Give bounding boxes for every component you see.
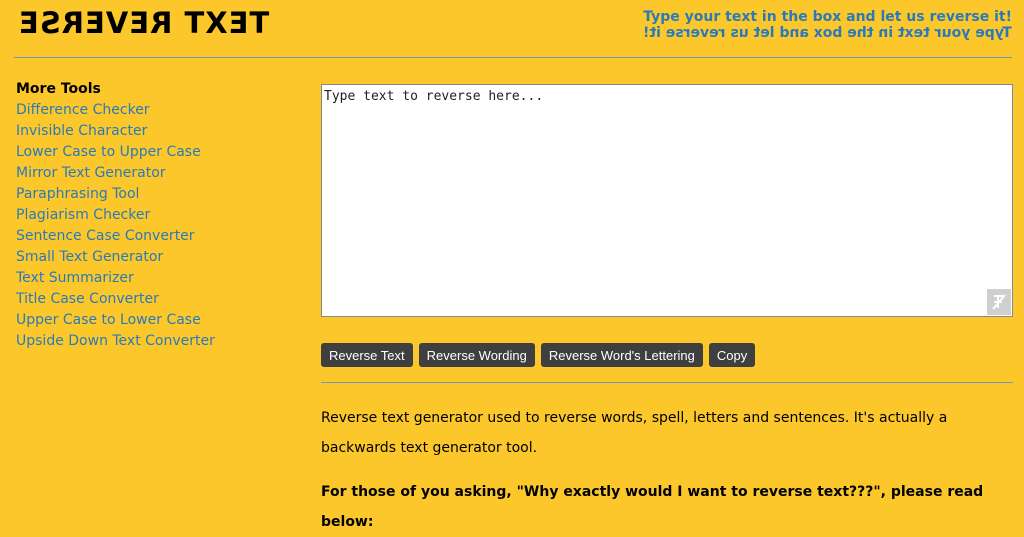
sidebar-item-upside-down[interactable]: Upside Down Text Converter [16,331,296,352]
tagline: Type your text in the box and let us rev… [643,9,1012,41]
header: TEXT REVERSE Type your text in the box a… [0,0,1024,58]
grammar-check-icon[interactable] [987,289,1011,315]
site-logo[interactable]: TEXT REVERSE [18,6,269,40]
sidebar-item-mirror-text[interactable]: Mirror Text Generator [16,163,296,184]
sidebar: More Tools Difference Checker Invisible … [16,79,296,352]
text-input[interactable] [321,84,1013,317]
description-text: Reverse text generator used to reverse w… [321,410,948,456]
faq-question: For those of you asking, "Why exactly wo… [321,484,984,530]
sidebar-item-difference-checker[interactable]: Difference Checker [16,100,296,121]
action-buttons: Reverse Text Reverse Wording Reverse Wor… [321,343,756,367]
content-divider [321,382,1013,383]
sidebar-item-small-text[interactable]: Small Text Generator [16,247,296,268]
sidebar-item-sentence-case[interactable]: Sentence Case Converter [16,226,296,247]
header-divider [14,57,1012,58]
reverse-lettering-button[interactable]: Reverse Word's Lettering [540,343,703,367]
sidebar-item-title-case[interactable]: Title Case Converter [16,289,296,310]
reverse-wording-button[interactable]: Reverse Wording [418,343,535,367]
reverse-text-button[interactable]: Reverse Text [321,343,413,367]
copy-button[interactable]: Copy [708,343,756,367]
tagline-reversed-text: Type your text in the box and let us rev… [643,25,1012,41]
sidebar-item-paraphrasing-tool[interactable]: Paraphrasing Tool [16,184,296,205]
sidebar-item-upper-to-lower[interactable]: Upper Case to Lower Case [16,310,296,331]
tagline-text: Type your text in the box and let us rev… [643,9,1012,25]
sidebar-title: More Tools [16,81,101,97]
sidebar-item-plagiarism-checker[interactable]: Plagiarism Checker [16,205,296,226]
main-content: Reverse Text Reverse Wording Reverse Wor… [321,84,1013,530]
sidebar-item-text-summarizer[interactable]: Text Summarizer [16,268,296,289]
sidebar-item-lower-to-upper[interactable]: Lower Case to Upper Case [16,142,296,163]
grammar-check-icon-glyph [992,294,1006,310]
sidebar-item-invisible-character[interactable]: Invisible Character [16,121,296,142]
